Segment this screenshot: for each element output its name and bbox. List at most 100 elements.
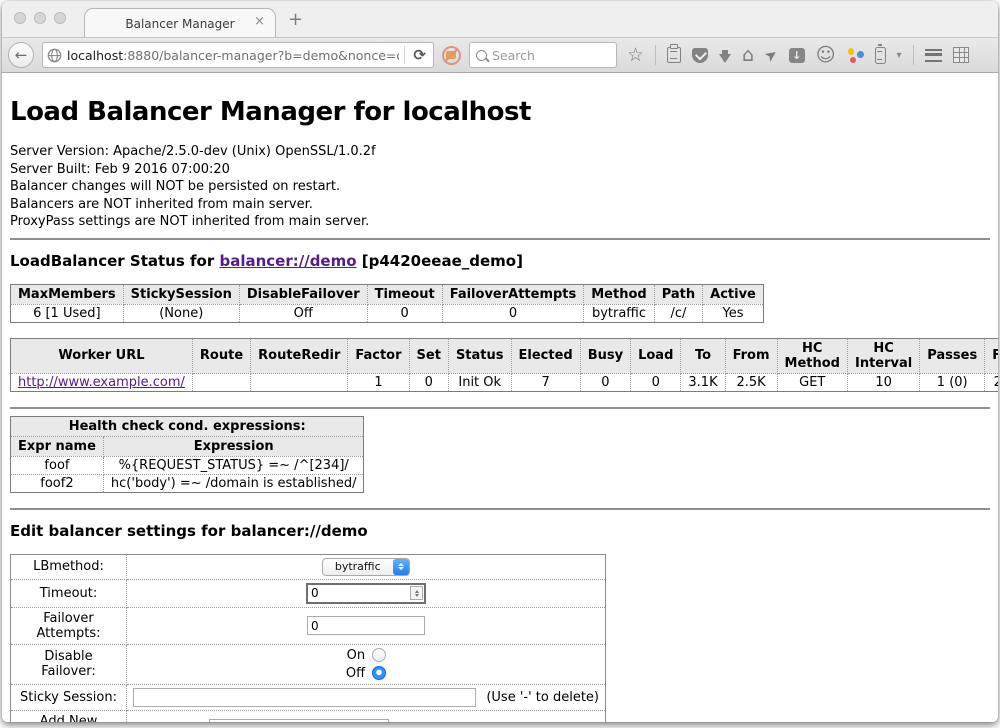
grid-extension-icon[interactable] bbox=[953, 47, 969, 63]
cell-factor: 1 bbox=[348, 373, 409, 391]
toolbar-divider bbox=[655, 45, 656, 65]
search-bar[interactable] bbox=[469, 42, 617, 68]
table-header-row: MaxMembers StickySession DisableFailover… bbox=[11, 284, 764, 304]
menu-icon[interactable] bbox=[925, 49, 942, 62]
divider bbox=[10, 508, 990, 510]
col-active: Active bbox=[703, 284, 764, 304]
disable-failover-label: Disable Failover: bbox=[11, 644, 127, 684]
cell-expression: %{REQUEST_STATUS} =~ /^[234]/ bbox=[103, 456, 364, 474]
dropdown-caret-icon[interactable]: ▾ bbox=[897, 50, 902, 61]
cell-load: 0 bbox=[631, 373, 681, 391]
colored-dots-extension-icon[interactable] bbox=[847, 47, 864, 63]
toolbar-icons: ☆ ⌂ ➤ ↓ ☺ ▾ bbox=[627, 45, 969, 65]
form-row-add-worker: Add New Worker: Are you sure? bbox=[11, 710, 606, 722]
notice-balancers: Balancers are NOT inherited from main se… bbox=[10, 196, 990, 214]
navigation-toolbar: ← localhost:8880/balancer-manager?b=demo… bbox=[2, 37, 998, 73]
lbmethod-selected-value: bytraffic bbox=[323, 560, 393, 573]
toolbar-divider-2 bbox=[913, 45, 914, 65]
col-to: To bbox=[681, 338, 725, 373]
tab-balancer-manager[interactable]: Balancer Manager × bbox=[84, 8, 276, 38]
balancer-demo-link[interactable]: balancer://demo bbox=[219, 252, 356, 270]
col-factor: Factor bbox=[348, 338, 409, 373]
col-elected: Elected bbox=[511, 338, 580, 373]
bookmark-star-icon[interactable]: ☆ bbox=[627, 47, 644, 64]
col-hc-method: HC Method bbox=[777, 338, 847, 373]
timeout-label: Timeout: bbox=[11, 579, 127, 607]
page-title: Load Balancer Manager for localhost bbox=[10, 97, 990, 127]
close-window-button[interactable] bbox=[14, 12, 26, 24]
reload-icon[interactable]: ⟳ bbox=[410, 46, 429, 64]
back-icon: ← bbox=[15, 46, 28, 64]
cell-from: 2.5K bbox=[725, 373, 777, 391]
form-row-sticky: Sticky Session: (Use '-' to delete) bbox=[11, 684, 606, 710]
new-tab-button[interactable]: + bbox=[288, 11, 303, 29]
select-stepper-icon bbox=[393, 559, 409, 575]
pocket-icon[interactable] bbox=[692, 48, 708, 63]
feedback-smiley-icon[interactable]: ☺ bbox=[816, 47, 836, 64]
col-passes: Passes bbox=[920, 338, 985, 373]
col-worker-url: Worker URL bbox=[11, 338, 193, 373]
table-row: 6 [1 Used] (None) Off 0 0 bytraffic /c/ … bbox=[11, 304, 764, 322]
cell-routeredir bbox=[251, 373, 348, 391]
sticky-session-input[interactable] bbox=[133, 688, 476, 707]
balancer-status-table: MaxMembers StickySession DisableFailover… bbox=[10, 284, 764, 323]
url-host: localhost bbox=[67, 48, 123, 63]
cell-method: bytraffic bbox=[584, 304, 654, 322]
server-info: Server Version: Apache/2.5.0-dev (Unix) … bbox=[10, 143, 990, 231]
failover-attempts-input[interactable] bbox=[307, 616, 425, 635]
col-expression: Expression bbox=[103, 436, 364, 456]
col-status: Status bbox=[448, 338, 511, 373]
cell-expr-name: foof bbox=[11, 456, 104, 474]
lbmethod-label: LBmethod: bbox=[11, 554, 127, 579]
add-worker-input[interactable] bbox=[209, 719, 389, 722]
cell-set: 0 bbox=[409, 373, 448, 391]
table-row: foof2 hc('body') =~ /domain is establish… bbox=[11, 474, 364, 492]
status-heading-suffix: [p4420eeae_demo] bbox=[362, 252, 523, 270]
failover-attempts-label: Failover Attempts: bbox=[11, 607, 127, 644]
minimize-window-button[interactable] bbox=[34, 12, 46, 24]
site-identity-globe-icon[interactable] bbox=[47, 48, 62, 63]
sticky-session-label: Sticky Session: bbox=[11, 684, 127, 710]
timeout-stepper[interactable] bbox=[306, 583, 426, 604]
sticky-delete-hint: (Use '-' to delete) bbox=[486, 690, 599, 705]
search-input[interactable] bbox=[492, 48, 610, 63]
url-bar[interactable]: localhost:8880/balancer-manager?b=demo&n… bbox=[42, 42, 434, 68]
form-row-lbmethod: LBmethod: bytraffic bbox=[11, 554, 606, 579]
tab-close-icon[interactable]: × bbox=[254, 15, 265, 29]
send-icon[interactable]: ➤ bbox=[761, 44, 781, 65]
divider bbox=[10, 238, 990, 240]
worker-url-link[interactable]: http://www.example.com/ bbox=[18, 375, 185, 390]
cell-elected: 7 bbox=[511, 373, 580, 391]
server-built: Server Built: Feb 9 2016 07:00:20 bbox=[10, 161, 990, 179]
divider bbox=[10, 407, 990, 409]
cell-path: /c/ bbox=[654, 304, 702, 322]
col-from: From bbox=[725, 338, 777, 373]
timeout-input[interactable] bbox=[306, 583, 426, 604]
table-header-row: Expr name Expression bbox=[11, 436, 364, 456]
cell-disablefailover: Off bbox=[239, 304, 367, 322]
edit-balancer-form: LBmethod: bytraffic Timeout: bbox=[10, 554, 606, 723]
radio-off[interactable] bbox=[372, 666, 386, 680]
download-extension-icon[interactable]: ↓ bbox=[789, 48, 805, 63]
col-timeout: Timeout bbox=[367, 284, 442, 304]
downloads-icon[interactable] bbox=[719, 54, 731, 63]
form-row-disable-failover: Disable Failover: On Off bbox=[11, 644, 606, 684]
status-heading-prefix: LoadBalancer Status for bbox=[10, 252, 214, 270]
reading-list-icon[interactable] bbox=[667, 47, 681, 63]
battery-extension-icon[interactable] bbox=[875, 47, 886, 64]
col-stickysession: StickySession bbox=[123, 284, 239, 304]
radio-on[interactable] bbox=[372, 648, 386, 662]
table-row: http://www.example.com/ 1 0 Init Ok 7 0 … bbox=[11, 373, 999, 391]
lbmethod-select[interactable]: bytraffic bbox=[322, 558, 410, 576]
status-heading: LoadBalancer Status for balancer://demo … bbox=[10, 252, 990, 270]
number-spinner-icon[interactable] bbox=[410, 586, 423, 600]
zoom-window-button[interactable] bbox=[54, 12, 66, 24]
url-path: :8880/balancer-manager?b=demo&nonce=decc… bbox=[123, 48, 399, 63]
back-button[interactable]: ← bbox=[8, 42, 34, 68]
col-set: Set bbox=[409, 338, 448, 373]
url-text[interactable]: localhost:8880/balancer-manager?b=demo&n… bbox=[67, 48, 399, 63]
cell-stickysession: (None) bbox=[123, 304, 239, 322]
blocked-content-icon[interactable] bbox=[442, 46, 461, 65]
home-icon[interactable]: ⌂ bbox=[742, 47, 754, 64]
col-route: Route bbox=[192, 338, 250, 373]
